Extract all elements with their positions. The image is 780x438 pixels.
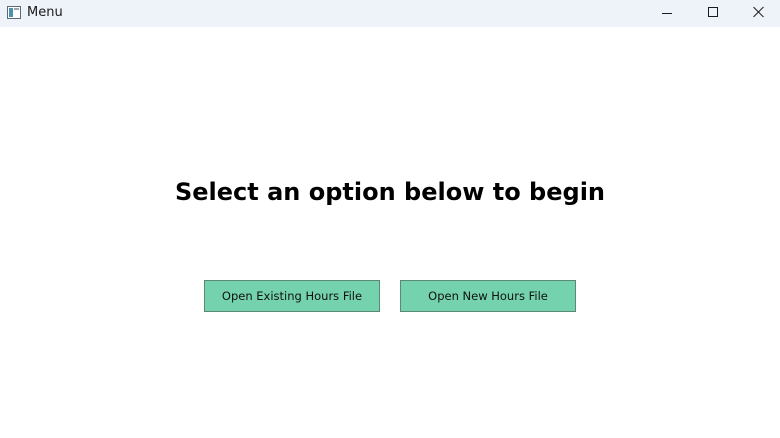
main-content: Select an option below to begin Open Exi… [0,27,780,438]
maximize-icon [708,7,718,17]
app-window-icon [7,6,21,19]
open-new-hours-file-button[interactable]: Open New Hours File [400,280,576,312]
close-icon [753,6,765,18]
window-title: Menu [27,5,63,20]
app-window: Menu Select an option below to begin Ope… [0,0,780,438]
open-existing-hours-file-button[interactable]: Open Existing Hours File [204,280,380,312]
page-heading: Select an option below to begin [174,178,606,206]
close-button[interactable] [736,0,780,27]
maximize-button[interactable] [690,0,736,27]
minimize-icon [662,13,672,14]
title-bar[interactable]: Menu [0,0,780,27]
minimize-button[interactable] [644,0,690,27]
